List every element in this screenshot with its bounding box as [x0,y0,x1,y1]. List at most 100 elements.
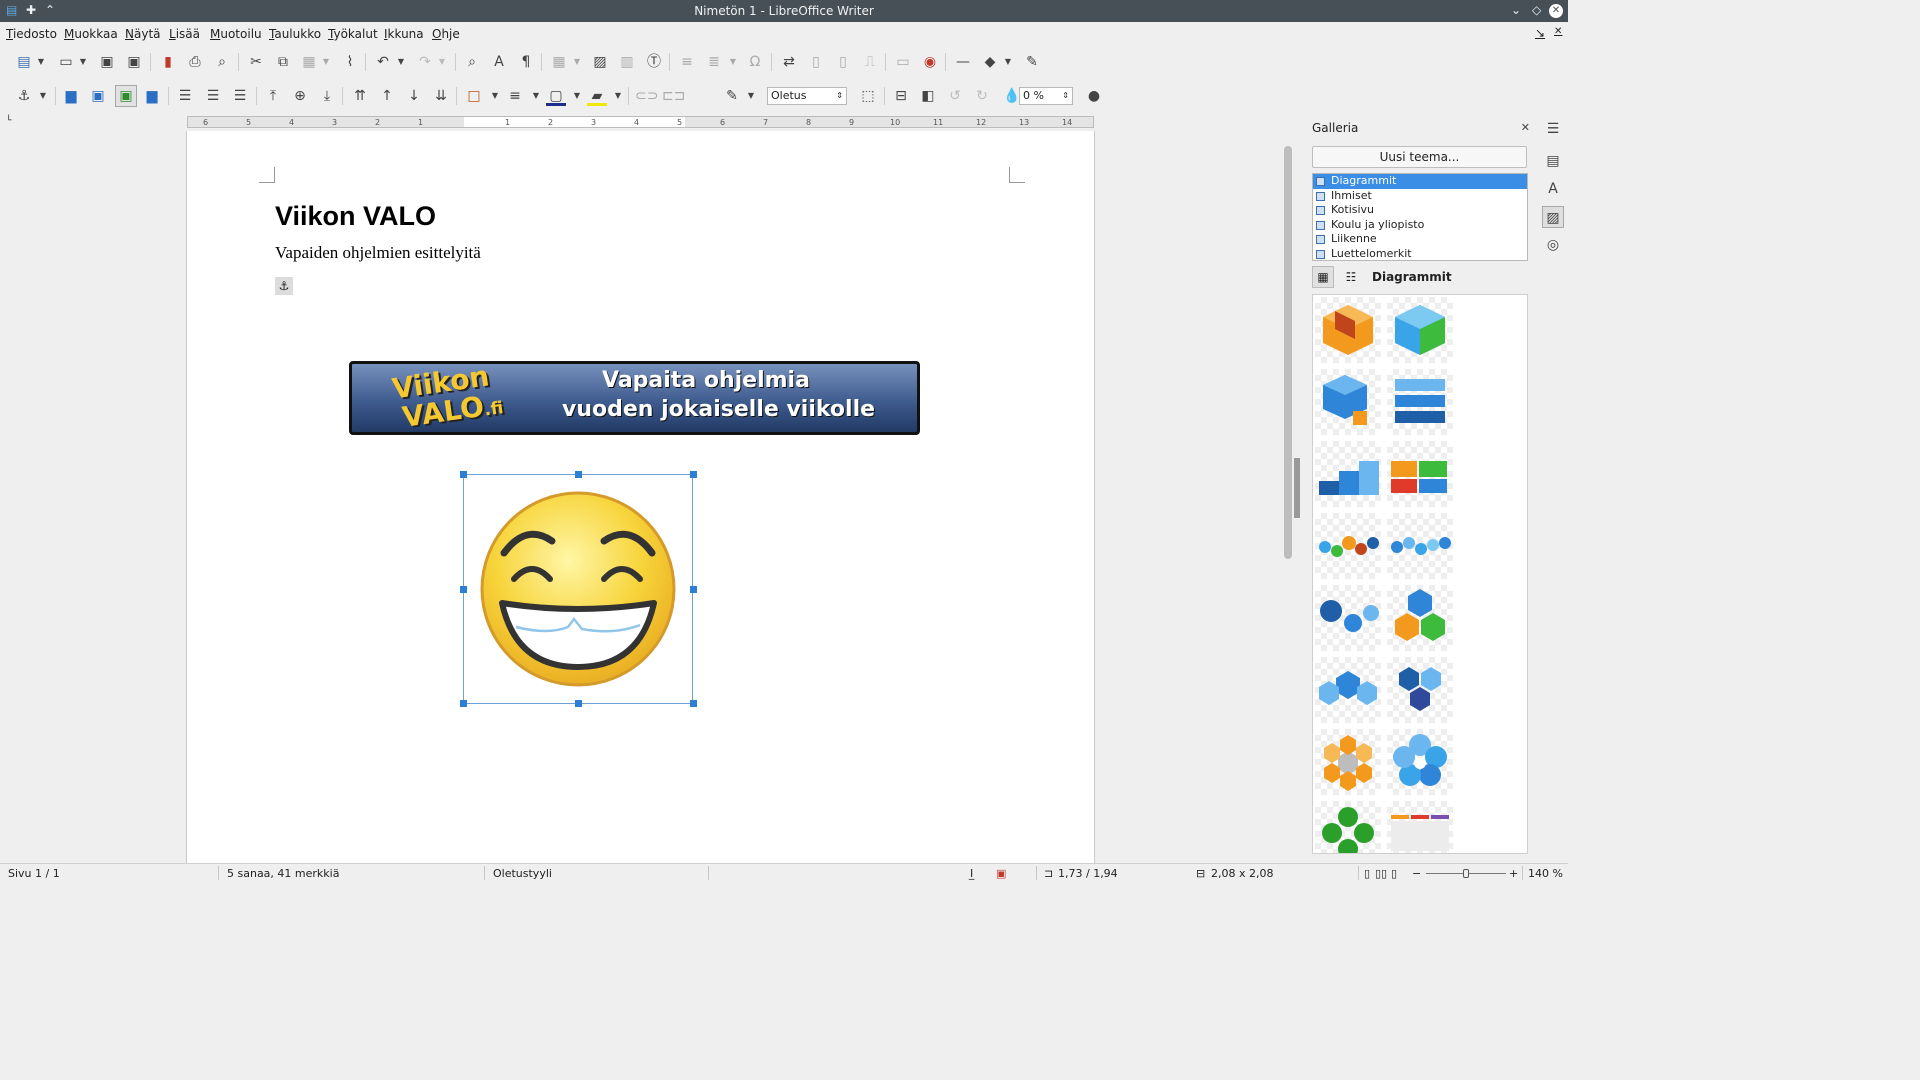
gallery-item[interactable] [1315,585,1381,651]
book-view-icon[interactable]: ▯ [1391,867,1397,880]
resize-handle-se[interactable] [690,700,697,707]
resize-handle-sw[interactable] [460,700,467,707]
table-dropdown-icon[interactable]: ▼ [572,52,582,72]
undo-icon[interactable]: ↶ [373,52,393,72]
menu-format[interactable]: Muotoilu [210,27,262,41]
insert-footnote-icon[interactable]: ▯ [806,52,826,72]
new-theme-button[interactable]: Uusi teema... [1312,146,1527,168]
rotate-left-icon[interactable]: ↺ [945,86,965,106]
bring-to-front-icon[interactable]: ⇈ [350,86,370,106]
menu-file[interactable]: Tiedosto [6,27,57,41]
border-color-icon[interactable]: ▢ [546,86,566,106]
gallery-item[interactable] [1315,441,1381,507]
draw-functions-icon[interactable]: ✎ [1022,52,1042,72]
shapes-dropdown-icon[interactable]: ▼ [1003,52,1013,72]
theme-item[interactable]: Kotisivu [1313,203,1527,218]
link-frames-icon[interactable]: ⊂⊃ [635,86,658,106]
frame-style-icon[interactable]: ✎ [722,86,742,106]
gallery-item[interactable] [1387,585,1453,651]
resize-handle-n[interactable] [575,471,582,478]
find-replace-icon[interactable]: ⌕ [462,52,482,72]
gallery-item[interactable] [1387,657,1453,723]
wrap-page-icon[interactable]: ▣ [88,86,108,106]
theme-item[interactable]: Ihmiset [1313,189,1527,204]
formatting-marks-icon[interactable]: ¶ [516,52,536,72]
special-character-icon[interactable]: Ω [745,52,765,72]
theme-list[interactable]: Diagrammit Ihmiset Kotisivu Koulu ja yli… [1312,173,1528,261]
cut-icon[interactable]: ✂ [246,52,266,72]
gallery-item[interactable] [1315,729,1381,795]
document-page[interactable]: Viikon VALO Vapaiden ohjelmien esittelyi… [186,131,1095,863]
gallery-item[interactable] [1387,369,1453,435]
resize-handle-s[interactable] [575,700,582,707]
align-center-icon[interactable]: ☰ [203,86,223,106]
gallery-deck-icon[interactable]: ▨ [1542,206,1564,228]
horizontal-ruler[interactable]: 6 5 4 3 2 1 1 2 3 4 5 6 7 8 9 10 11 12 1… [187,116,1094,128]
menu-help[interactable]: Ohje [432,27,460,41]
document-scrollbar[interactable] [1284,146,1292,559]
borders-icon[interactable]: □ [464,86,484,106]
menu-arrow-icon[interactable]: ↘ [1535,26,1545,40]
new-document-icon[interactable]: ▤ [14,52,34,72]
selected-image-frame[interactable] [463,474,693,704]
gallery-item[interactable] [1315,297,1381,363]
send-to-back-icon[interactable]: ⇊ [431,86,451,106]
theme-item[interactable]: Koulu ja yliopisto [1313,218,1527,233]
wrap-off-icon[interactable]: ▆ [61,86,81,106]
insert-mode-icon[interactable]: I̲ [970,867,973,880]
menu-insert[interactable]: Lisää [169,27,200,41]
insert-line-icon[interactable]: — [953,52,973,72]
align-left-icon[interactable]: ☰ [175,86,195,106]
copy-icon[interactable]: ⧉ [273,52,293,72]
redo-dropdown-icon[interactable]: ▼ [437,52,447,72]
print-preview-icon[interactable]: ⌕ [212,52,232,72]
menu-table[interactable]: Taulukko [269,27,321,41]
sidebar-settings-icon[interactable]: ☰ [1542,118,1564,140]
insert-table-icon[interactable]: ▦ [549,52,569,72]
save-as-icon[interactable]: ▣ [124,52,144,72]
align-bottom-icon[interactable]: ⤓ [317,86,337,106]
gallery-item[interactable] [1387,297,1453,363]
maximize-icon[interactable]: ◇ [1532,3,1541,17]
theme-item[interactable]: Liikenne [1313,232,1527,247]
bring-forward-icon[interactable]: ↑ [377,86,397,106]
transparency-input[interactable]: 0 % ⇕ [1019,87,1073,105]
wrap-optimal-icon[interactable]: ▣ [115,85,137,107]
gallery-item[interactable] [1315,369,1381,435]
multi-page-view-icon[interactable]: ▯▯ [1375,867,1387,880]
insert-chart-icon[interactable]: ▥ [617,52,637,72]
flip-icon[interactable]: ◧ [918,86,938,106]
resize-handle-e[interactable] [690,586,697,593]
theme-item[interactable]: Diagrammit [1313,174,1527,189]
insert-hyperlink-icon[interactable]: ⇄ [779,52,799,72]
wrap-through-icon[interactable]: ▆ [142,86,162,106]
border-style-dropdown-icon[interactable]: ▼ [531,86,541,106]
paste-icon[interactable]: ▦ [299,52,319,72]
styles-deck-icon[interactable]: A [1542,178,1564,200]
export-pdf-icon[interactable]: ▮ [158,52,178,72]
frame-style-select[interactable]: Oletus ⇕ [767,87,847,105]
basic-shapes-icon[interactable]: ◆ [980,52,1000,72]
clone-formatting-icon[interactable]: ⌇ [340,52,360,72]
send-backward-icon[interactable]: ↓ [404,86,424,106]
menu-window[interactable]: Ikkuna [384,27,424,41]
smiley-image[interactable] [464,475,692,703]
open-dropdown-icon[interactable]: ▼ [78,52,88,72]
gallery-item[interactable] [1387,513,1453,579]
graphics-mode-icon[interactable]: ● [1084,86,1104,106]
page-style[interactable]: Oletustyyli [493,867,552,880]
document-heading[interactable]: Viikon VALO [275,201,436,232]
background-color-dropdown-icon[interactable]: ▼ [613,86,623,106]
properties-deck-icon[interactable]: ▤ [1542,150,1564,172]
redo-icon[interactable]: ↷ [415,52,435,72]
page-count[interactable]: Sivu 1 / 1 [8,867,60,880]
anchor-icon[interactable]: ⚓ [14,86,34,106]
insert-bookmark-icon[interactable]: ⎍ [860,52,880,72]
menu-tools[interactable]: Työkalut [328,27,378,41]
close-document-icon[interactable]: ✕ [1554,26,1562,37]
zoom-in-icon[interactable]: + [1509,867,1518,880]
track-changes-icon[interactable]: ◉ [920,52,940,72]
sidebar-splitter[interactable] [1294,458,1300,518]
border-color-dropdown-icon[interactable]: ▼ [572,86,582,106]
undo-dropdown-icon[interactable]: ▼ [396,52,406,72]
